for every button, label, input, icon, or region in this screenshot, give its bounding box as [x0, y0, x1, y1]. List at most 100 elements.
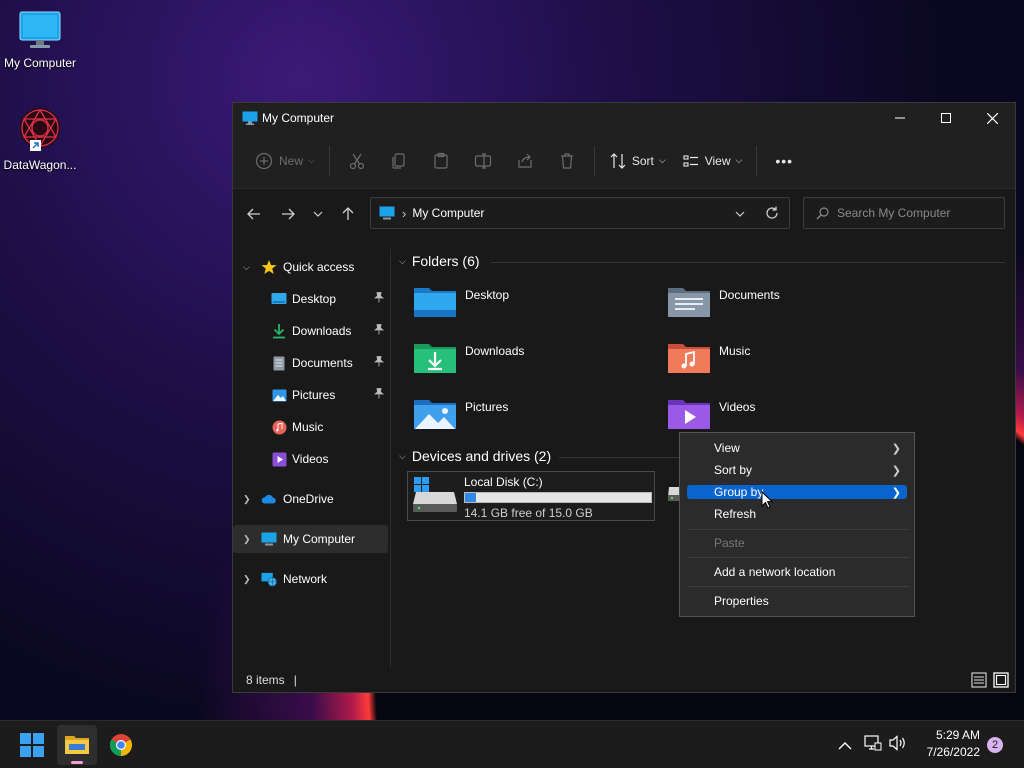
file-explorer-taskbar-button[interactable] [57, 725, 97, 765]
title-bar[interactable]: My Computer [233, 103, 1015, 133]
drive-local-disk-c[interactable]: Local Disk (C:) 14.1 GB free of 15.0 GB [407, 471, 655, 521]
menu-item-view[interactable]: View ❯ [687, 441, 907, 455]
chevron-right-icon: ❯ [891, 442, 901, 455]
menu-item-sort-by[interactable]: Sort by ❯ [687, 463, 907, 477]
sidebar-item-quick-access[interactable]: ⌵ Quick access [233, 253, 388, 281]
chevron-right-icon: ❯ [891, 464, 901, 477]
breadcrumb-location[interactable]: My Computer [412, 206, 484, 220]
chevron-right-icon: ❯ [243, 533, 251, 544]
menu-item-properties[interactable]: Properties [687, 594, 907, 608]
menu-item-refresh[interactable]: Refresh [687, 507, 907, 521]
folder-music[interactable]: Music [667, 339, 907, 387]
copy-button[interactable] [378, 145, 420, 177]
large-icons-view-button[interactable] [993, 672, 1009, 691]
refresh-icon [766, 206, 778, 219]
menu-item-label: Sort by [714, 463, 753, 477]
maximize-button[interactable] [923, 103, 969, 133]
folder-desktop[interactable]: Desktop [413, 283, 653, 331]
folder-name: Documents [719, 288, 780, 302]
chrome-taskbar-button[interactable] [101, 725, 141, 765]
up-button[interactable] [331, 199, 365, 229]
group-divider [491, 262, 1005, 263]
sidebar-item-documents[interactable]: Documents [233, 349, 388, 377]
search-icon [816, 206, 829, 219]
pin-icon[interactable] [373, 292, 385, 306]
delete-button[interactable] [546, 145, 588, 177]
sidebar-item-pictures[interactable]: Pictures [233, 381, 388, 409]
plus-circle-icon [255, 152, 273, 169]
sort-icon [610, 152, 626, 169]
toolbar-divider [328, 145, 330, 176]
details-view-button[interactable] [971, 672, 987, 691]
sidebar-item-onedrive[interactable]: ❯ OneDrive [233, 485, 388, 513]
desktop-icon-my-computer[interactable]: My Computer [0, 10, 80, 70]
address-bar[interactable]: › My Computer [370, 197, 790, 229]
view-button[interactable]: View ⌵ [674, 145, 751, 177]
close-button[interactable] [969, 103, 1015, 133]
notification-badge[interactable]: 2 [987, 737, 1003, 753]
sidebar-item-videos[interactable]: Videos [233, 445, 388, 473]
share-button[interactable] [504, 145, 546, 177]
network-tray-button[interactable] [864, 735, 882, 756]
clock-button[interactable]: 5:29 AM 7/26/2022 [918, 728, 980, 759]
breadcrumb-separator: › [402, 205, 407, 221]
view-button-label: View [704, 153, 731, 168]
start-button[interactable] [12, 725, 52, 765]
chevron-down-icon: ⌵ [399, 255, 406, 266]
folder-documents[interactable]: Documents [667, 283, 907, 331]
chevron-right-icon: ❯ [243, 573, 251, 584]
refresh-button[interactable] [765, 206, 779, 225]
sort-button[interactable]: Sort ⌵ [601, 145, 674, 177]
cloud-icon [261, 491, 277, 507]
forward-button[interactable] [271, 199, 305, 229]
rename-button[interactable] [462, 145, 504, 177]
sidebar-item-label: Music [292, 420, 324, 434]
chevron-down-icon: ⌵ [243, 261, 250, 272]
chevron-down-icon [313, 211, 323, 217]
address-history-button[interactable] [735, 204, 745, 222]
sidebar-item-label: Pictures [292, 388, 336, 402]
sidebar-item-music[interactable]: Music [233, 413, 388, 441]
folders-group-header[interactable]: ⌵ Folders (6) [399, 253, 480, 269]
search-input[interactable] [835, 205, 999, 221]
cut-button[interactable] [336, 145, 378, 177]
group-header-label: Devices and drives (2) [411, 448, 552, 464]
folder-pictures[interactable]: Pictures [413, 395, 653, 443]
show-hidden-icons-button[interactable] [838, 737, 852, 755]
folder-downloads[interactable]: Downloads [413, 339, 653, 387]
drive-free-space: 14.1 GB free of 15.0 GB [464, 506, 593, 520]
menu-item-group-by[interactable]: Group by ❯ [687, 485, 907, 499]
sidebar-item-downloads[interactable]: Downloads [233, 317, 388, 345]
new-button[interactable]: New ⌵ [247, 145, 323, 177]
network-status-icon [864, 735, 882, 751]
chrome-icon [110, 734, 132, 756]
sidebar-item-network[interactable]: ❯ Network [233, 565, 388, 593]
music-folder-icon [668, 344, 710, 373]
view-list-icon [683, 154, 698, 167]
chevron-down-icon: ⌵ [308, 155, 315, 165]
sidebar-item-my-computer[interactable]: ❯ My Computer [233, 525, 388, 553]
drives-group-header[interactable]: ⌵ Devices and drives (2) [399, 448, 551, 464]
more-options-button[interactable]: ••• [763, 145, 805, 177]
paste-button[interactable] [420, 145, 462, 177]
clock-time: 5:29 AM [935, 728, 980, 742]
pin-icon[interactable] [373, 388, 385, 402]
command-bar: New ⌵ Sort ⌵ View ⌵ ••• [233, 133, 1015, 189]
sidebar-item-desktop[interactable]: Desktop [233, 285, 388, 313]
desktop-icon-datawagon[interactable]: DataWagon... [0, 106, 80, 172]
desktop-folder-icon [414, 288, 456, 317]
download-arrow-icon [271, 323, 287, 339]
minimize-button[interactable] [877, 103, 923, 133]
tiles-view-icon [993, 672, 1009, 688]
notification-count: 2 [991, 739, 999, 751]
pin-icon[interactable] [373, 356, 385, 370]
menu-item-add-network-location[interactable]: Add a network location [687, 565, 907, 579]
group-divider [559, 457, 679, 458]
volume-tray-button[interactable] [889, 735, 907, 756]
search-box[interactable] [803, 197, 1005, 229]
pin-icon[interactable] [373, 324, 385, 338]
recent-locations-button[interactable] [305, 199, 331, 229]
back-button[interactable] [237, 199, 271, 229]
menu-separator [687, 529, 909, 530]
menu-item-paste[interactable]: Paste [687, 536, 907, 550]
